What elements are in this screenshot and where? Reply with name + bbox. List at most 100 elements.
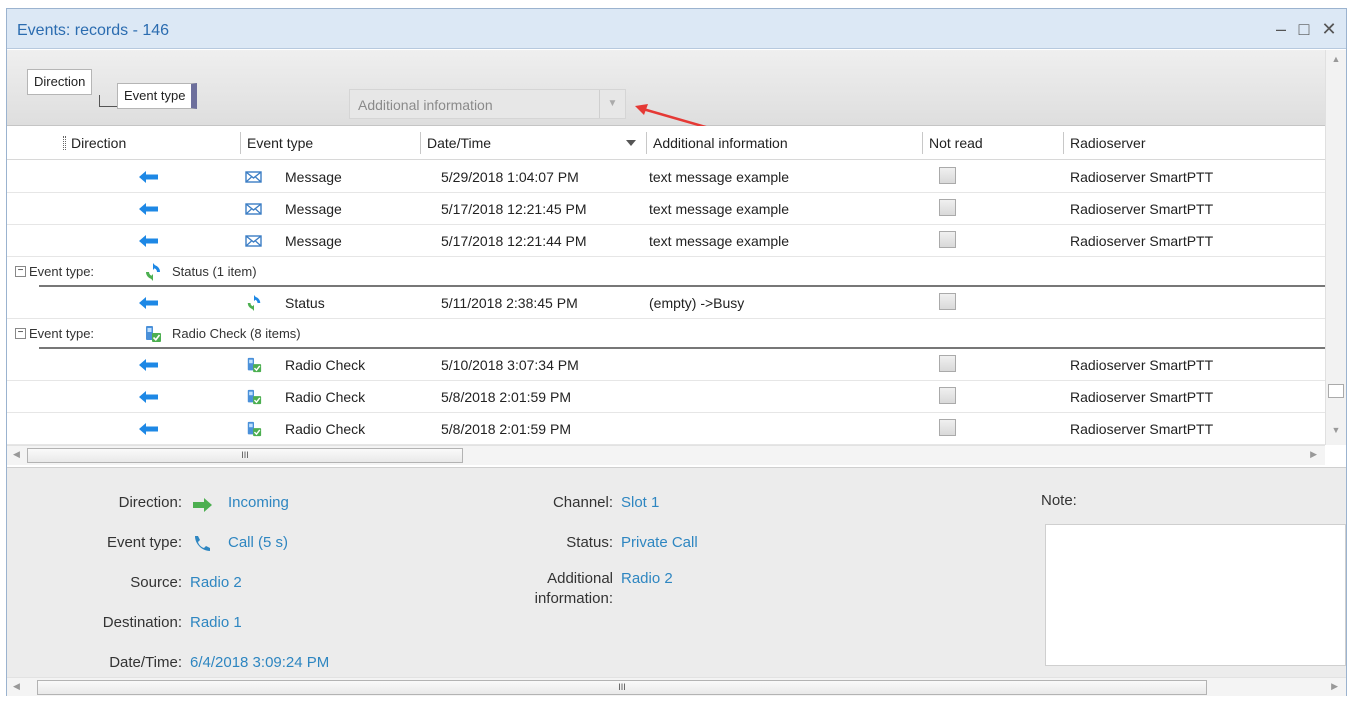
group-label: Event type:	[29, 326, 95, 341]
column-header-datetime[interactable]: Date/Time	[427, 135, 491, 151]
not-read-checkbox[interactable]	[939, 199, 956, 216]
datetime-cell: 5/17/2018 12:21:44 PM	[441, 233, 587, 249]
sort-descending-icon[interactable]	[626, 140, 636, 146]
vertical-scrollbar[interactable]: ▲ ▼	[1325, 50, 1346, 445]
radioserver-cell: Radioserver SmartPTT	[1070, 421, 1214, 437]
detail-value-event-type: Call (5 s)	[228, 534, 289, 551]
not-read-checkbox[interactable]	[939, 231, 956, 248]
column-separator	[1063, 132, 1064, 154]
window-title: Events: records - 146	[17, 22, 170, 39]
event-type-cell: Message	[285, 169, 342, 185]
outgoing-arrow-icon	[139, 203, 158, 215]
scroll-left-icon[interactable]: ◀	[13, 449, 20, 460]
not-read-checkbox[interactable]	[939, 293, 956, 310]
table-row[interactable]: Message 5/29/2018 1:04:07 PM text messag…	[7, 161, 1325, 193]
group-row-radio-check[interactable]: − Event type: Radio Check (8 items)	[7, 319, 1325, 349]
detail-label-destination: Destination:	[102, 614, 182, 631]
radio-check-icon	[247, 389, 262, 405]
event-type-cell: Radio Check	[285, 389, 366, 405]
status-refresh-icon	[146, 263, 160, 281]
radio-check-icon	[247, 357, 262, 373]
datetime-cell: 5/10/2018 3:07:34 PM	[441, 357, 579, 373]
column-grip-icon[interactable]	[63, 136, 66, 150]
horizontal-scroll-thumb[interactable]: III	[37, 680, 1207, 695]
radioserver-cell: Radioserver SmartPTT	[1070, 233, 1214, 249]
table-row[interactable]: Radio Check 5/8/2018 2:01:59 PM Radioser…	[7, 381, 1325, 413]
minimize-button[interactable]: –	[1270, 18, 1292, 40]
not-read-checkbox[interactable]	[939, 387, 956, 404]
table-row[interactable]: Radio Check 5/8/2018 2:01:59 PM Radioser…	[7, 413, 1325, 445]
detail-value-direction: Incoming	[228, 494, 289, 511]
group-text: Status (1 item)	[172, 264, 257, 279]
datetime-cell: 5/17/2018 12:21:45 PM	[441, 201, 587, 217]
group-drop-field-additional-information[interactable]: Additional information ▼	[349, 89, 626, 119]
scroll-left-icon[interactable]: ◀	[13, 681, 20, 692]
detail-label-event-type: Event type:	[106, 534, 182, 551]
vertical-scroll-thumb[interactable]	[1328, 384, 1344, 398]
events-window: Events: records - 146 – □ ✕ Direction Ev…	[6, 8, 1347, 696]
detail-value-datetime: 6/4/2018 3:09:24 PM	[190, 654, 330, 671]
maximize-button[interactable]: □	[1293, 18, 1315, 40]
detail-value-source: Radio 2	[190, 574, 242, 591]
scroll-right-icon[interactable]: ▶	[1310, 449, 1317, 460]
group-chip-event-type[interactable]: Event type	[117, 83, 198, 109]
outgoing-arrow-icon	[139, 391, 158, 403]
column-separator	[420, 132, 421, 154]
event-type-cell: Message	[285, 201, 342, 217]
additional-info-cell: text message example	[649, 201, 790, 217]
column-header-radioserver[interactable]: Radioserver	[1070, 135, 1145, 151]
close-button[interactable]: ✕	[1318, 18, 1340, 40]
outgoing-arrow-icon	[139, 423, 158, 435]
event-type-cell: Radio Check	[285, 357, 366, 373]
event-type-cell: Radio Check	[285, 421, 366, 437]
column-header-direction[interactable]: Direction	[71, 135, 126, 151]
group-text: Radio Check (8 items)	[172, 326, 301, 341]
table-row[interactable]: Message 5/17/2018 12:21:44 PM text messa…	[7, 225, 1325, 257]
envelope-icon	[245, 203, 262, 215]
outgoing-arrow-icon	[139, 235, 158, 247]
outgoing-arrow-icon	[139, 359, 158, 371]
table-row[interactable]: Radio Check 5/10/2018 3:07:34 PM Radiose…	[7, 349, 1325, 381]
envelope-icon	[245, 235, 262, 247]
detail-label-direction: Direction:	[118, 494, 182, 511]
phone-icon	[195, 536, 210, 551]
detail-value-additional-information: Radio 2	[621, 570, 673, 587]
detail-label-channel: Channel:	[552, 494, 613, 511]
grid-header: Direction Event type Date/Time Additiona…	[7, 126, 1325, 160]
outgoing-arrow-icon	[139, 297, 158, 309]
column-separator	[922, 132, 923, 154]
chevron-down-icon[interactable]: ▼	[599, 90, 625, 118]
radioserver-cell: Radioserver SmartPTT	[1070, 357, 1214, 373]
event-details-panel: Direction: Incoming Event type: Call (5 …	[7, 467, 1346, 677]
title-bar: Events: records - 146 – □ ✕	[7, 9, 1346, 49]
table-row[interactable]: Message 5/17/2018 12:21:45 PM text messa…	[7, 193, 1325, 225]
not-read-checkbox[interactable]	[939, 167, 956, 184]
column-header-additional-information[interactable]: Additional information	[653, 135, 788, 151]
group-drop-field-label: Additional information	[358, 97, 493, 113]
scroll-up-icon[interactable]: ▲	[1326, 54, 1346, 70]
table-row[interactable]: Status 5/11/2018 2:38:45 PM (empty) ->Bu…	[7, 287, 1325, 319]
column-header-event-type[interactable]: Event type	[247, 135, 313, 151]
group-row-status[interactable]: − Event type: Status (1 item)	[7, 257, 1325, 287]
scroll-right-icon[interactable]: ▶	[1331, 681, 1338, 692]
horizontal-scroll-thumb[interactable]: III	[27, 448, 463, 463]
detail-label-status: Status:	[566, 534, 613, 551]
datetime-cell: 5/29/2018 1:04:07 PM	[441, 169, 579, 185]
collapse-icon[interactable]: −	[15, 328, 26, 339]
detail-value-channel: Slot 1	[621, 494, 660, 511]
column-separator	[646, 132, 647, 154]
outgoing-arrow-icon	[139, 171, 158, 183]
additional-info-cell: (empty) ->Busy	[649, 295, 745, 311]
collapse-icon[interactable]: −	[15, 266, 26, 277]
grid-horizontal-scrollbar[interactable]: ◀ III ▶	[7, 445, 1325, 465]
detail-label-source: Source:	[130, 574, 182, 591]
detail-label-information: information:	[534, 590, 613, 607]
note-textarea[interactable]	[1045, 524, 1346, 666]
column-header-not-read[interactable]: Not read	[929, 135, 983, 151]
event-type-cell: Message	[285, 233, 342, 249]
not-read-checkbox[interactable]	[939, 355, 956, 372]
scroll-down-icon[interactable]: ▼	[1326, 425, 1346, 441]
not-read-checkbox[interactable]	[939, 419, 956, 436]
details-horizontal-scrollbar[interactable]: ◀ III ▶	[7, 677, 1346, 696]
group-chip-direction[interactable]: Direction	[27, 69, 93, 95]
